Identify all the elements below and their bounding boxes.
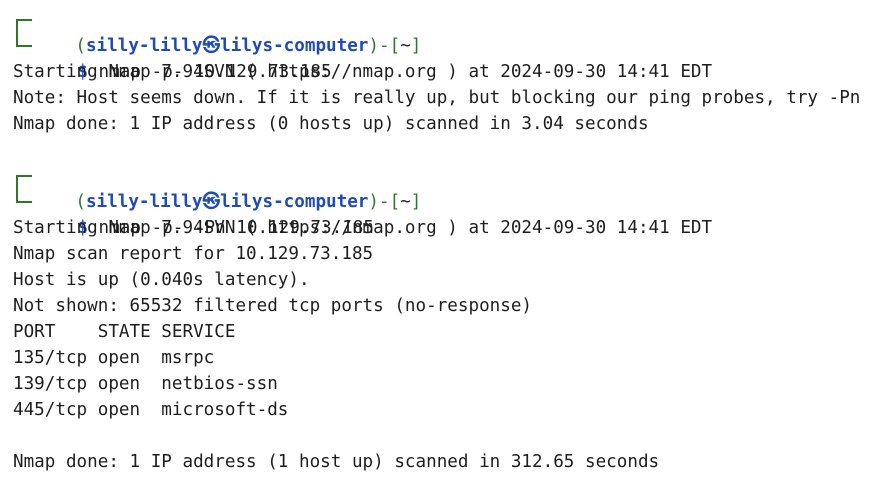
command-line-2: $ nmap -p- -Pn 10.129.73.185 [35,189,374,238]
output-line: Starting Nmap 7.94SVN ( https://nmap.org… [13,218,713,238]
port-table-row: 445/tcp open microsoft-ds [13,400,289,420]
output-line: Nmap done: 1 IP address (1 host up) scan… [13,452,660,472]
prompt-corner-bottom-1 [16,31,32,47]
command-line-1: $ nmap -p- 10.129.73.185 [35,33,331,82]
output-line: Not shown: 65532 filtered tcp ports (no-… [13,296,533,316]
prompt-bracket: )-[ [368,36,401,56]
port-table-row: 135/tcp open msrpc [13,348,215,368]
prompt-corner-bottom-2 [16,187,32,203]
terminal-window[interactable]: (silly-lilly㉿lilys-computer)-[~] $ nmap … [0,0,895,484]
prompt-line-2: (silly-lilly㉿lilys-computer)-[~] [33,163,421,212]
prompt-dir: ~ [400,192,411,212]
output-line: Nmap done: 1 IP address (0 hosts up) sca… [13,114,649,134]
prompt-bracket: ] [410,192,422,212]
output-line: Nmap scan report for 10.129.73.185 [13,244,374,264]
prompt-bracket: ] [410,36,422,56]
prompt-line-1: (silly-lilly㉿lilys-computer)-[~] [33,7,421,56]
output-line: Note: Host seems down. If it is really u… [13,88,861,108]
output-line: Starting Nmap 7.94SVN ( https://nmap.org… [13,62,713,82]
output-line: Host is up (0.040s latency). [13,270,310,290]
prompt-dir: ~ [400,36,411,56]
port-table-header: PORT STATE SERVICE [13,322,236,342]
port-table-row: 139/tcp open netbios-ssn [13,374,278,394]
